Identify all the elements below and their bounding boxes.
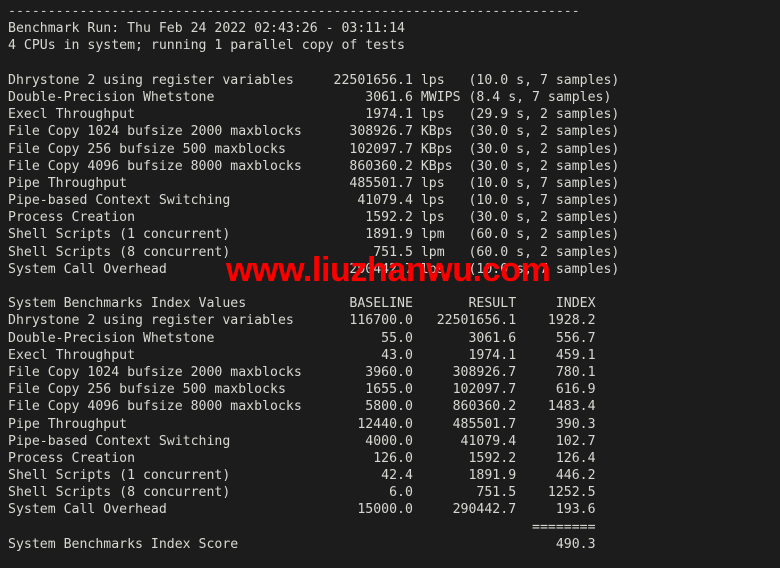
raw-result-row: File Copy 4096 bufsize 8000 maxblocks 86…	[8, 158, 620, 174]
index-table-header: System Benchmarks Index Values BASELINE …	[8, 296, 596, 312]
raw-result-row: Shell Scripts (8 concurrent) 751.5 lpm (…	[8, 244, 620, 260]
raw-results-block: Dhrystone 2 using register variables 225…	[8, 72, 780, 278]
raw-result-row: Pipe-based Context Switching 41079.4 lps…	[8, 193, 620, 209]
raw-result-row: Dhrystone 2 using register variables 225…	[8, 72, 620, 88]
index-table-row: Process Creation 126.0 1592.2 126.4	[8, 450, 596, 466]
raw-result-row: File Copy 256 bufsize 500 maxblocks 1020…	[8, 141, 620, 157]
benchmark-run-line: Benchmark Run: Thu Feb 24 2022 02:43:26 …	[8, 21, 405, 37]
index-table-row: Shell Scripts (8 concurrent) 6.0 751.5 1…	[8, 485, 596, 501]
index-table-row: Dhrystone 2 using register variables 116…	[8, 313, 596, 329]
raw-result-row: Double-Precision Whetstone 3061.6 MWIPS …	[8, 89, 612, 105]
raw-result-row: Pipe Throughput 485501.7 lps (10.0 s, 7 …	[8, 175, 620, 191]
index-table-row: Shell Scripts (1 concurrent) 42.4 1891.9…	[8, 468, 596, 484]
index-values-block: System Benchmarks Index Values BASELINE …	[8, 295, 780, 553]
raw-result-row: Shell Scripts (1 concurrent) 1891.9 lpm …	[8, 227, 620, 243]
raw-result-row: Execl Throughput 1974.1 lps (29.9 s, 2 s…	[8, 107, 620, 123]
index-table-row: System Call Overhead 15000.0 290442.7 19…	[8, 502, 596, 518]
index-table-row: Execl Throughput 43.0 1974.1 459.1	[8, 347, 596, 363]
index-table-row: Double-Precision Whetstone 55.0 3061.6 5…	[8, 330, 596, 346]
index-table-row: Pipe-based Context Switching 4000.0 4107…	[8, 433, 596, 449]
terminal-window: ----------------------------------------…	[0, 0, 780, 568]
separator-top: ----------------------------------------…	[8, 4, 580, 19]
raw-result-row: File Copy 1024 bufsize 2000 maxblocks 30…	[8, 124, 620, 140]
index-table-row: Pipe Throughput 12440.0 485501.7 390.3	[8, 416, 596, 432]
raw-result-row: Process Creation 1592.2 lps (30.0 s, 2 s…	[8, 210, 620, 226]
index-table-row: File Copy 1024 bufsize 2000 maxblocks 39…	[8, 364, 596, 380]
index-score-rule: ========	[8, 519, 596, 535]
index-table-row: File Copy 256 bufsize 500 maxblocks 1655…	[8, 382, 596, 398]
index-score-row: System Benchmarks Index Score 490.3	[8, 536, 596, 552]
index-table-row: File Copy 4096 bufsize 8000 maxblocks 58…	[8, 399, 596, 415]
cpu-info-line: 4 CPUs in system; running 1 parallel cop…	[8, 38, 405, 54]
raw-result-row: System Call Overhead 290442.7 lps (10.0 …	[8, 261, 620, 277]
